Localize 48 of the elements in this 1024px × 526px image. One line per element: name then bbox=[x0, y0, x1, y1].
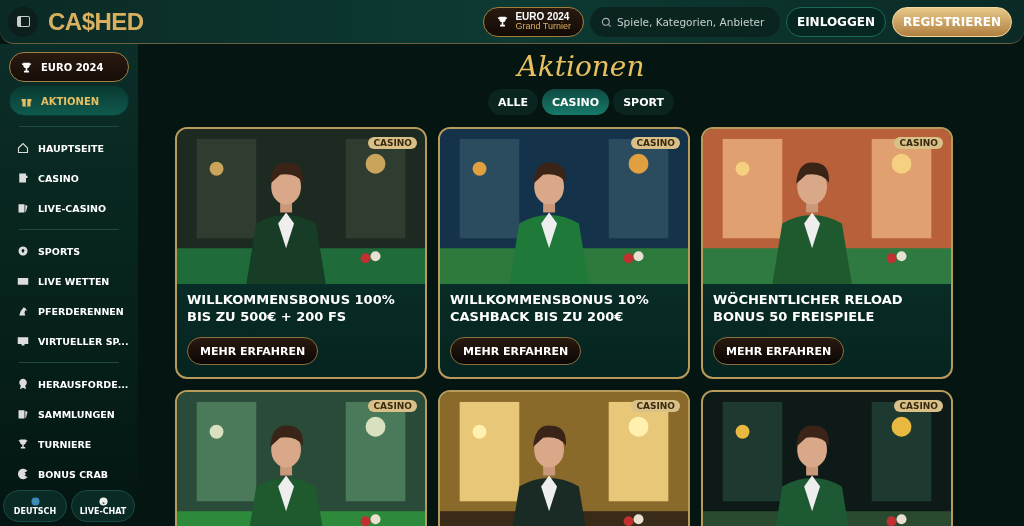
language-button[interactable]: DEUTSCH bbox=[3, 490, 67, 522]
live-chat-button[interactable]: LIVE-CHAT bbox=[71, 490, 135, 522]
promo-title: WILLKOMMENSBONUS 10% CASHBACK BIS ZU 200€ bbox=[450, 292, 650, 326]
filter-tab[interactable]: SPORT bbox=[613, 89, 674, 115]
page-title: Aktionen bbox=[517, 50, 645, 83]
search-field[interactable]: Spiele, Kategorien, Anbieter bbox=[589, 6, 780, 37]
category-badge: CASINO bbox=[894, 137, 943, 149]
globe-icon bbox=[30, 496, 40, 506]
category-badge: CASINO bbox=[368, 400, 417, 412]
filter-tab[interactable]: ALLE bbox=[487, 89, 538, 115]
search-icon bbox=[600, 16, 612, 28]
sidebar-item[interactable]: HAUPTSEITE bbox=[9, 133, 129, 163]
logo[interactable]: CA$HED bbox=[48, 7, 144, 36]
sidebar-item[interactable]: LIVE WETTEN bbox=[9, 266, 129, 296]
event-button[interactable]: EURO 2024 Grand Turnier bbox=[483, 6, 584, 37]
promo-title: WILLKOMMENSBONUS 100% BIS ZU 500€ + 200 FS bbox=[187, 292, 396, 326]
sidebar-item[interactable]: BONUS CRAB bbox=[9, 459, 129, 489]
sidebar-pill[interactable]: EURO 2024 bbox=[9, 52, 129, 82]
learn-more-button[interactable]: MEHR ERFAHREN bbox=[450, 337, 582, 365]
help-icon bbox=[98, 496, 108, 506]
monitor-icon bbox=[17, 335, 29, 347]
sidebar-item[interactable]: HERAUSFORDE... bbox=[9, 369, 129, 399]
login-button[interactable]: EINLOGGEN bbox=[785, 6, 887, 37]
sidebar-toggle-icon[interactable] bbox=[8, 6, 38, 37]
sidebar-item[interactable]: TURNIERE bbox=[9, 429, 129, 459]
sidebar-item[interactable]: SAMMLUNGEN bbox=[9, 399, 129, 429]
sidebar-item[interactable]: PFERDERENNEN bbox=[9, 296, 129, 326]
trophy-icon bbox=[20, 60, 33, 74]
cards-icon bbox=[17, 408, 29, 420]
sidebar-item[interactable]: CASINO bbox=[9, 163, 129, 193]
learn-more-button[interactable]: MEHR ERFAHREN bbox=[187, 337, 319, 365]
medal-icon bbox=[17, 378, 29, 390]
category-badge: CASINO bbox=[631, 400, 680, 412]
sidebar-item[interactable]: SPORTS bbox=[9, 236, 129, 266]
house-icon bbox=[17, 142, 29, 154]
filter-tab[interactable]: CASINO bbox=[542, 89, 610, 115]
promo-title: WÖCHENTLICHER RELOAD BONUS 50 FREISPIELE bbox=[713, 292, 904, 326]
cards-icon bbox=[17, 202, 29, 214]
trophy-icon bbox=[17, 438, 29, 450]
category-badge: CASINO bbox=[631, 137, 680, 149]
sidebar-pill[interactable]: AKTIONEN bbox=[9, 86, 129, 116]
horse-icon bbox=[17, 305, 29, 317]
trophy-icon bbox=[496, 15, 510, 28]
category-badge: CASINO bbox=[368, 137, 417, 149]
learn-more-button[interactable]: MEHR ERFAHREN bbox=[713, 337, 845, 365]
sidebar-item[interactable]: VIRTUELLER SP... bbox=[9, 326, 129, 356]
category-badge: CASINO bbox=[894, 400, 943, 412]
sidebar-item[interactable]: LIVE-CASINO bbox=[9, 193, 129, 223]
